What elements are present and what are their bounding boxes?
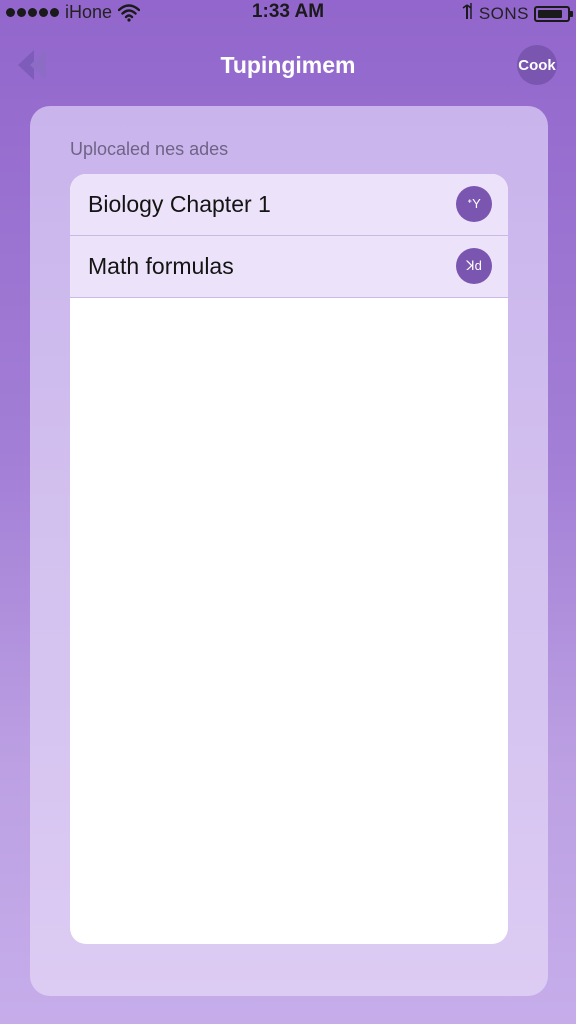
status-right: SONS — [460, 2, 573, 25]
antenna-icon — [460, 2, 474, 25]
section-label: Uplocaled nes ades — [70, 139, 229, 159]
list-item-label: Biology Chapter 1 — [88, 191, 271, 217]
row-action-button[interactable]: ᐩY — [456, 186, 492, 222]
status-extra-text: SONS — [478, 3, 529, 23]
page-title: Tupingimem — [220, 52, 356, 78]
notes-list: Biology Chapter 1 ᐩY Math formulas ꓘd — [70, 174, 508, 944]
battery-icon — [534, 5, 573, 22]
cook-button[interactable]: Cook — [517, 45, 557, 85]
status-bar: iHone 1:33 AM SONS — [0, 0, 576, 26]
list-item-label: Math formulas — [88, 253, 234, 279]
list-item-biology[interactable]: Biology Chapter 1 ᐩY — [70, 174, 508, 236]
list-item-math[interactable]: Math formulas ꓘd — [70, 236, 508, 298]
main-card: Uplocaled nes ades Biology Chapter 1 ᐩY … — [30, 106, 548, 996]
row-action-button[interactable]: ꓘd — [456, 248, 492, 284]
nav-bar: Tupingimem Cook — [0, 40, 576, 90]
